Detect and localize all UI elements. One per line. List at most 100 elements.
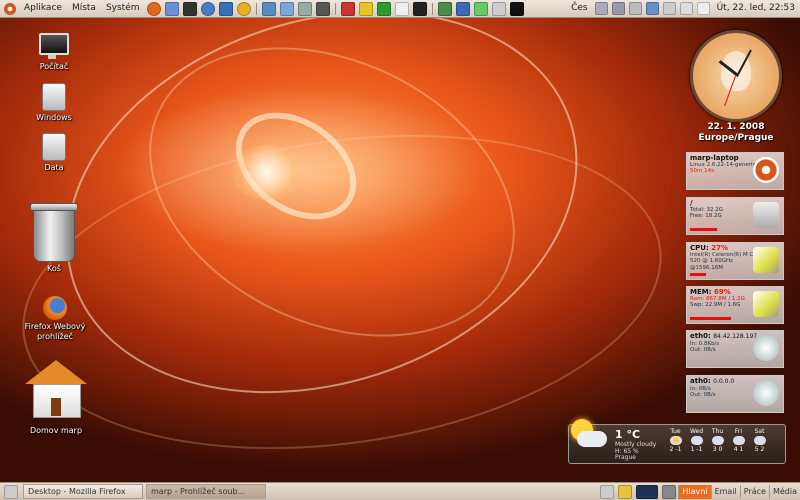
eth0-label: eth0: bbox=[690, 332, 711, 340]
battery-icon[interactable] bbox=[662, 2, 676, 15]
conky-cpu: CPU: 27% Intel(R) Celeron(R) M CPU 520 @… bbox=[686, 242, 784, 280]
drive-icon bbox=[42, 83, 66, 111]
cpu-chip-icon bbox=[753, 247, 779, 273]
system-monitor-icon[interactable] bbox=[636, 484, 659, 499]
menu-places[interactable]: Místa bbox=[67, 0, 101, 17]
forecast-day: Wed 1 -1 bbox=[686, 428, 707, 453]
music-icon[interactable] bbox=[315, 1, 330, 16]
taskbar-item-firefox[interactable]: Desktop - Mozilla Firefox bbox=[23, 484, 143, 499]
firefox-icon bbox=[43, 296, 67, 320]
conky-memory: MEM: 69% Ram: 867.8M / 1.2G Swp: 22.9M /… bbox=[686, 286, 784, 324]
mem-usage: 69% bbox=[713, 288, 731, 296]
screen-icon[interactable] bbox=[509, 1, 524, 16]
conky-disk: / Total: 32.2G Free: 18.2G bbox=[686, 197, 784, 235]
forecast-day-name: Sat bbox=[754, 428, 765, 435]
workspace-media[interactable]: Média bbox=[768, 484, 800, 499]
forecast-temps: 4 1 bbox=[733, 446, 744, 453]
desktop-icon-trash[interactable]: Koš bbox=[24, 203, 84, 274]
task-label: marp - Prohlížeč soub... bbox=[151, 487, 246, 496]
web-icon[interactable] bbox=[218, 1, 233, 16]
workspace-work[interactable]: Práce bbox=[739, 484, 769, 499]
wireless-globe-icon bbox=[753, 380, 779, 406]
forecast-day: Sat 5 2 bbox=[749, 428, 770, 453]
film-icon[interactable] bbox=[394, 1, 409, 16]
desktop-icon-windows[interactable]: Windows bbox=[24, 83, 84, 123]
menu-applications[interactable]: Aplikace bbox=[19, 0, 67, 17]
desktop-icon-label: Počítač bbox=[39, 62, 69, 71]
terminal-icon[interactable] bbox=[182, 1, 197, 16]
mem-label: MEM: bbox=[690, 288, 712, 296]
taskbar-item-file-browser[interactable]: marp - Prohlížeč soub... bbox=[146, 484, 266, 499]
weather-forecast: Tue 2 -1 Wed 1 -1 Thu 3 0 Fri 4 1 Sat 5 … bbox=[665, 428, 770, 453]
trash-applet-icon[interactable] bbox=[662, 484, 677, 499]
forecast-temps: 5 2 bbox=[754, 446, 765, 453]
clock-icon[interactable] bbox=[376, 1, 391, 16]
folder-icon[interactable] bbox=[618, 484, 633, 499]
image-icon[interactable] bbox=[437, 1, 452, 16]
firefox-icon[interactable] bbox=[146, 1, 161, 16]
text-icon[interactable] bbox=[412, 1, 427, 16]
conky-system: marp-laptop Linux 2.6.22-14-generic 50m … bbox=[686, 152, 784, 190]
calendar-icon[interactable] bbox=[279, 1, 294, 16]
document-icon[interactable] bbox=[491, 1, 506, 16]
forecast-day-name: Tue bbox=[670, 428, 681, 435]
network-icon[interactable] bbox=[200, 1, 215, 16]
partly-cloudy-icon bbox=[565, 417, 609, 457]
forecast-day: Tue 2 -1 bbox=[665, 428, 686, 453]
update-icon[interactable] bbox=[628, 2, 642, 15]
show-desktop-icon[interactable] bbox=[4, 484, 18, 499]
weather-temperature: 1 °C bbox=[615, 428, 641, 441]
menu-system[interactable]: Systém bbox=[101, 0, 145, 17]
clock-date-block: 22. 1. 2008 Europe/Prague bbox=[690, 122, 782, 144]
mail-icon[interactable] bbox=[164, 1, 179, 16]
volume-icon[interactable] bbox=[696, 2, 710, 15]
panel-separator bbox=[334, 2, 336, 15]
desktop-icon-data[interactable]: Data bbox=[24, 133, 84, 173]
conky-eth0: eth0: 84.42.128.197 In: 0.8Kb/s Out: 0B/… bbox=[686, 330, 784, 368]
cloud-icon bbox=[732, 436, 745, 445]
panel-clock[interactable]: Út, 22. led, 22:53 bbox=[712, 0, 800, 17]
workspace-main[interactable]: Hlavní bbox=[678, 484, 711, 499]
forecast-day-name: Wed bbox=[689, 428, 704, 435]
network-status-icon[interactable] bbox=[594, 2, 608, 15]
forecast-day-name: Thu bbox=[711, 428, 724, 435]
disk-usage-bar bbox=[690, 228, 717, 231]
monitor-icon[interactable] bbox=[455, 1, 470, 16]
system-tray: Čes Út, 22. led, 22:53 bbox=[566, 0, 800, 17]
home-folder-icon bbox=[25, 360, 87, 418]
bluetooth-icon[interactable] bbox=[611, 2, 625, 15]
desktop-icon-firefox[interactable]: Firefox Webový prohlížeč bbox=[18, 296, 92, 342]
pause-icon[interactable] bbox=[358, 1, 373, 16]
power-icon[interactable] bbox=[679, 2, 693, 15]
forecast-day: Thu 3 0 bbox=[707, 428, 728, 453]
disk-icon[interactable] bbox=[297, 1, 312, 16]
media-icon[interactable] bbox=[261, 1, 276, 16]
cloud-icon bbox=[753, 436, 766, 445]
mem-usage-bar bbox=[690, 317, 731, 320]
weather-city: Prague bbox=[615, 454, 636, 461]
memory-chip-icon bbox=[753, 291, 779, 317]
trash-icon bbox=[30, 203, 78, 262]
forecast-temps: 1 -1 bbox=[690, 446, 703, 453]
desktop-icon-label: Koš bbox=[47, 264, 61, 273]
settings-icon[interactable] bbox=[473, 1, 488, 16]
weather-applet-icon[interactable] bbox=[600, 484, 615, 499]
ubuntu-logo-icon bbox=[753, 157, 779, 183]
desktop-icon-label: Data bbox=[44, 163, 64, 172]
forecast-day-name: Fri bbox=[734, 428, 743, 435]
keyboard-layout[interactable]: Čes bbox=[566, 0, 593, 17]
chat-icon[interactable] bbox=[236, 1, 251, 16]
conky-ath0: ath0: 0.0.0.0 In: 0B/s Out: 0B/s bbox=[686, 375, 784, 413]
desktop-icon-home[interactable]: Domov marp bbox=[18, 360, 94, 436]
bottom-panel: Desktop - Mozilla Firefox marp - Prohlíž… bbox=[0, 482, 800, 500]
panel-separator bbox=[255, 2, 257, 15]
workspace-email[interactable]: Email bbox=[710, 484, 740, 499]
display-icon[interactable] bbox=[645, 2, 659, 15]
play-icon[interactable] bbox=[340, 1, 355, 16]
clock-date: 22. 1. 2008 bbox=[707, 122, 765, 132]
eth0-ip: 84.42.128.197 bbox=[713, 333, 758, 340]
forecast-temps: 2 -1 bbox=[669, 446, 682, 453]
desktop-icon-computer[interactable]: Počítač bbox=[24, 33, 84, 72]
ubuntu-logo-icon[interactable] bbox=[4, 2, 16, 15]
cpu-usage-bar bbox=[690, 273, 706, 276]
